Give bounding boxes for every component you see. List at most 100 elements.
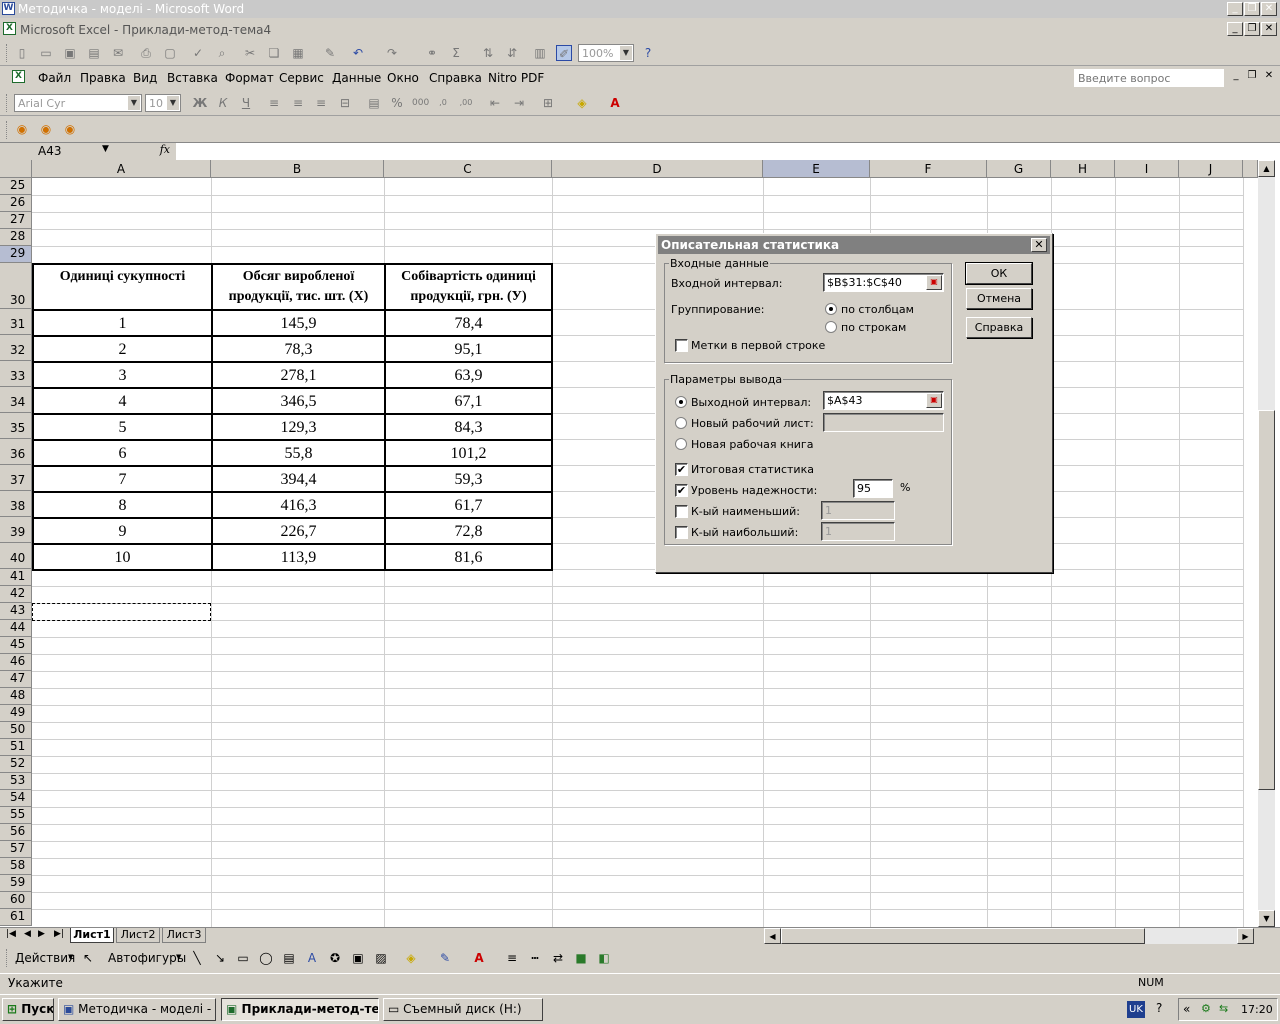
row-header[interactable]: 56: [0, 824, 32, 841]
toolbar-grip[interactable]: [6, 949, 9, 967]
sort-descending-icon[interactable]: ⇵: [504, 45, 520, 61]
font-size-select[interactable]: 10 ▼: [145, 94, 181, 112]
column-header[interactable]: A: [32, 160, 211, 178]
row-header[interactable]: 60: [0, 892, 32, 909]
hyperlink-icon[interactable]: ⚭: [424, 45, 440, 61]
column-header[interactable]: J: [1179, 160, 1243, 178]
row-header[interactable]: 44: [0, 620, 32, 637]
new-icon[interactable]: ▯: [14, 45, 30, 61]
row-header[interactable]: 59: [0, 875, 32, 892]
increase-decimal-icon[interactable]: ,0: [435, 95, 451, 111]
new-book-radio[interactable]: [675, 438, 687, 450]
by-rows-label[interactable]: по строкам: [841, 321, 906, 334]
shadow-icon[interactable]: ■: [573, 950, 589, 966]
print-icon[interactable]: ⎙: [138, 45, 154, 61]
new-book-label[interactable]: Новая рабочая книга: [691, 438, 813, 451]
row-header[interactable]: 28: [0, 229, 32, 246]
decrease-indent-icon[interactable]: ⇤: [487, 95, 503, 111]
spelling-icon[interactable]: ✓: [190, 45, 206, 61]
table-cell[interactable]: 81,6: [386, 549, 551, 567]
align-center-icon[interactable]: ≡: [290, 95, 306, 111]
column-header[interactable]: F: [870, 160, 987, 178]
tab-scroll-first-icon[interactable]: |◀: [6, 929, 16, 939]
table-cell[interactable]: 416,3: [213, 497, 384, 515]
row-header[interactable]: 31: [0, 309, 32, 335]
row-header[interactable]: 33: [0, 361, 32, 387]
increase-indent-icon[interactable]: ⇥: [511, 95, 527, 111]
tab-sheet1[interactable]: Лист1: [70, 928, 114, 943]
cut-icon[interactable]: ✂: [242, 45, 258, 61]
toolbar-grip[interactable]: [6, 94, 9, 112]
toolbar-grip[interactable]: [6, 44, 9, 62]
row-header[interactable]: 52: [0, 756, 32, 773]
summary-stats-checkbox[interactable]: ✔: [675, 463, 688, 476]
diagram-icon[interactable]: ✪: [327, 950, 343, 966]
column-header[interactable]: D: [552, 160, 763, 178]
h-scroll-thumb[interactable]: [781, 928, 1145, 944]
labels-first-row-checkbox[interactable]: [675, 339, 688, 352]
arrow-icon[interactable]: ↘: [212, 950, 228, 966]
select-all-corner[interactable]: [0, 160, 32, 178]
help-icon[interactable]: ?: [640, 45, 656, 61]
row-header[interactable]: 26: [0, 195, 32, 212]
menu-file[interactable]: Файл: [38, 71, 71, 85]
row-header[interactable]: 41: [0, 569, 32, 586]
row-header[interactable]: 25: [0, 178, 32, 195]
menu-help[interactable]: Справка: [429, 71, 482, 85]
confidence-level-label[interactable]: Уровень надежности:: [691, 484, 817, 497]
scroll-up-button[interactable]: ▲: [1258, 160, 1275, 177]
bold-button[interactable]: Ж: [192, 95, 208, 111]
kth-smallest-field[interactable]: 1: [821, 501, 895, 520]
table-header-cell[interactable]: Собівартість одиниці продукції, грн. (У): [386, 267, 551, 307]
clipart-icon[interactable]: ▣: [350, 950, 366, 966]
table-cell[interactable]: 1: [34, 315, 211, 333]
table-cell[interactable]: 61,7: [386, 497, 551, 515]
table-cell[interactable]: 3: [34, 367, 211, 385]
chart-wizard-icon[interactable]: ▥: [532, 45, 548, 61]
line-icon[interactable]: ╲: [189, 950, 205, 966]
row-header[interactable]: 35: [0, 413, 32, 439]
tray-expand-icon[interactable]: «: [1183, 1002, 1190, 1016]
excel-close-button[interactable]: ✕: [1261, 22, 1277, 36]
fx-button[interactable]: fx: [120, 143, 176, 160]
task-removable-disk[interactable]: ▭ Съемный диск (H:): [383, 998, 543, 1021]
scroll-down-button[interactable]: ▼: [1258, 910, 1275, 927]
scroll-thumb[interactable]: [1258, 410, 1275, 790]
menu-nitro-pdf[interactable]: Nitro PDF: [488, 71, 544, 85]
by-rows-radio[interactable]: [825, 321, 837, 333]
row-header[interactable]: 45: [0, 637, 32, 654]
row-header[interactable]: 49: [0, 705, 32, 722]
help-icon[interactable]: ?: [1156, 1001, 1162, 1015]
new-sheet-radio[interactable]: [675, 417, 687, 429]
new-sheet-label[interactable]: Новый рабочий лист:: [691, 417, 814, 430]
new-sheet-name-field[interactable]: [823, 413, 944, 432]
table-cell[interactable]: 84,3: [386, 419, 551, 437]
tab-sheet3[interactable]: Лист3: [162, 928, 206, 943]
table-cell[interactable]: 5: [34, 419, 211, 437]
row-header[interactable]: 39: [0, 517, 32, 543]
dialog-title-bar[interactable]: Описательная статистика ✕: [658, 236, 1050, 254]
research-icon[interactable]: ⌕: [214, 45, 230, 61]
kth-largest-field[interactable]: 1: [821, 522, 895, 541]
table-cell[interactable]: 78,3: [213, 341, 384, 359]
task-word[interactable]: ▣ Методичка - моделі - Mi...: [58, 998, 216, 1021]
align-right-icon[interactable]: ≡: [313, 95, 329, 111]
table-cell[interactable]: 4: [34, 393, 211, 411]
menu-edit[interactable]: Правка: [80, 71, 126, 85]
doc-restore-button[interactable]: ❐: [1244, 70, 1260, 84]
percent-icon[interactable]: %: [389, 95, 405, 111]
row-header[interactable]: 40: [0, 543, 32, 569]
row-header[interactable]: 36: [0, 439, 32, 465]
tab-sheet2[interactable]: Лист2: [116, 928, 160, 943]
text-box-icon[interactable]: ▤: [281, 950, 297, 966]
table-cell[interactable]: 113,9: [213, 549, 384, 567]
table-cell[interactable]: 67,1: [386, 393, 551, 411]
row-header[interactable]: 48: [0, 688, 32, 705]
table-cell[interactable]: 101,2: [386, 445, 551, 463]
redo-icon[interactable]: ↷: [384, 45, 400, 61]
row-header[interactable]: 50: [0, 722, 32, 739]
help-search-input[interactable]: [1074, 69, 1224, 87]
horizontal-scrollbar[interactable]: ◀ ▶: [764, 928, 1254, 944]
row-header[interactable]: 37: [0, 465, 32, 491]
font-color-icon[interactable]: A: [471, 950, 487, 966]
